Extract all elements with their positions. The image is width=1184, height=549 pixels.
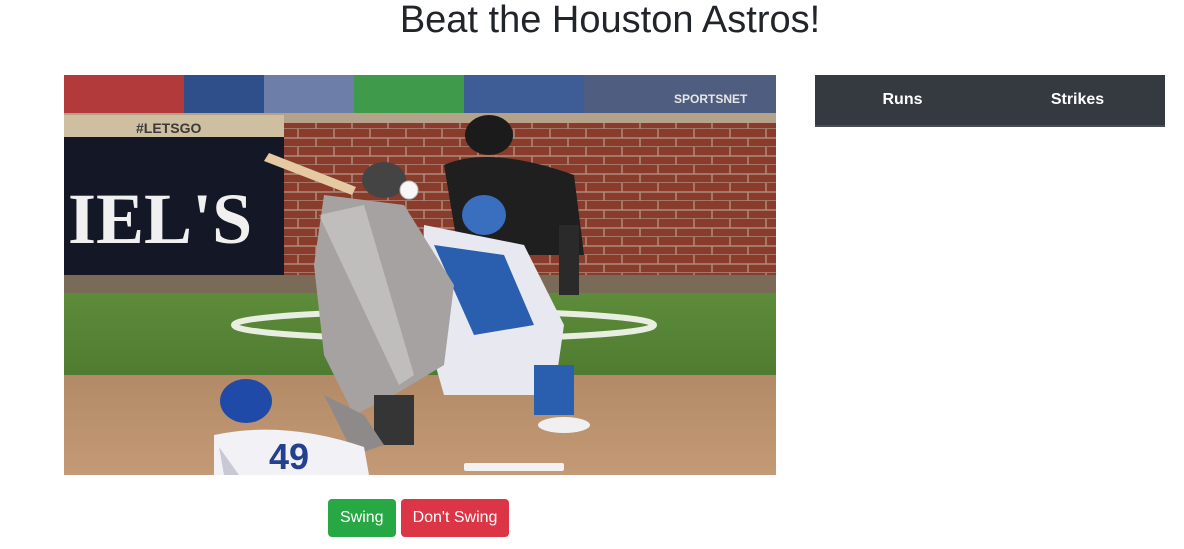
page-title: Beat the Houston Astros! [399, 0, 821, 41]
pitcher-jersey-number: 49 [269, 436, 309, 475]
dont-swing-button[interactable]: Don't Swing [400, 499, 510, 537]
broadcast-logo: SPORTSNET [674, 92, 748, 106]
wall-sign-text: IEL'S [68, 179, 252, 259]
strikes-header: Strikes [990, 75, 1165, 127]
baseball-scene: #LETSGO IEL'S SPORTSNET 49 [64, 75, 776, 475]
scoreboard-header-row: Runs Strikes [815, 75, 1165, 127]
scoreboard-table: Runs Strikes [815, 75, 1165, 127]
wall-hashtag: #LETSGO [136, 120, 201, 136]
runs-header: Runs [815, 75, 990, 127]
swing-controls: Swing Don't Swing [328, 499, 510, 537]
swing-button[interactable]: Swing [328, 499, 396, 537]
pitch-video[interactable]: #LETSGO IEL'S SPORTSNET 49 [64, 75, 776, 475]
